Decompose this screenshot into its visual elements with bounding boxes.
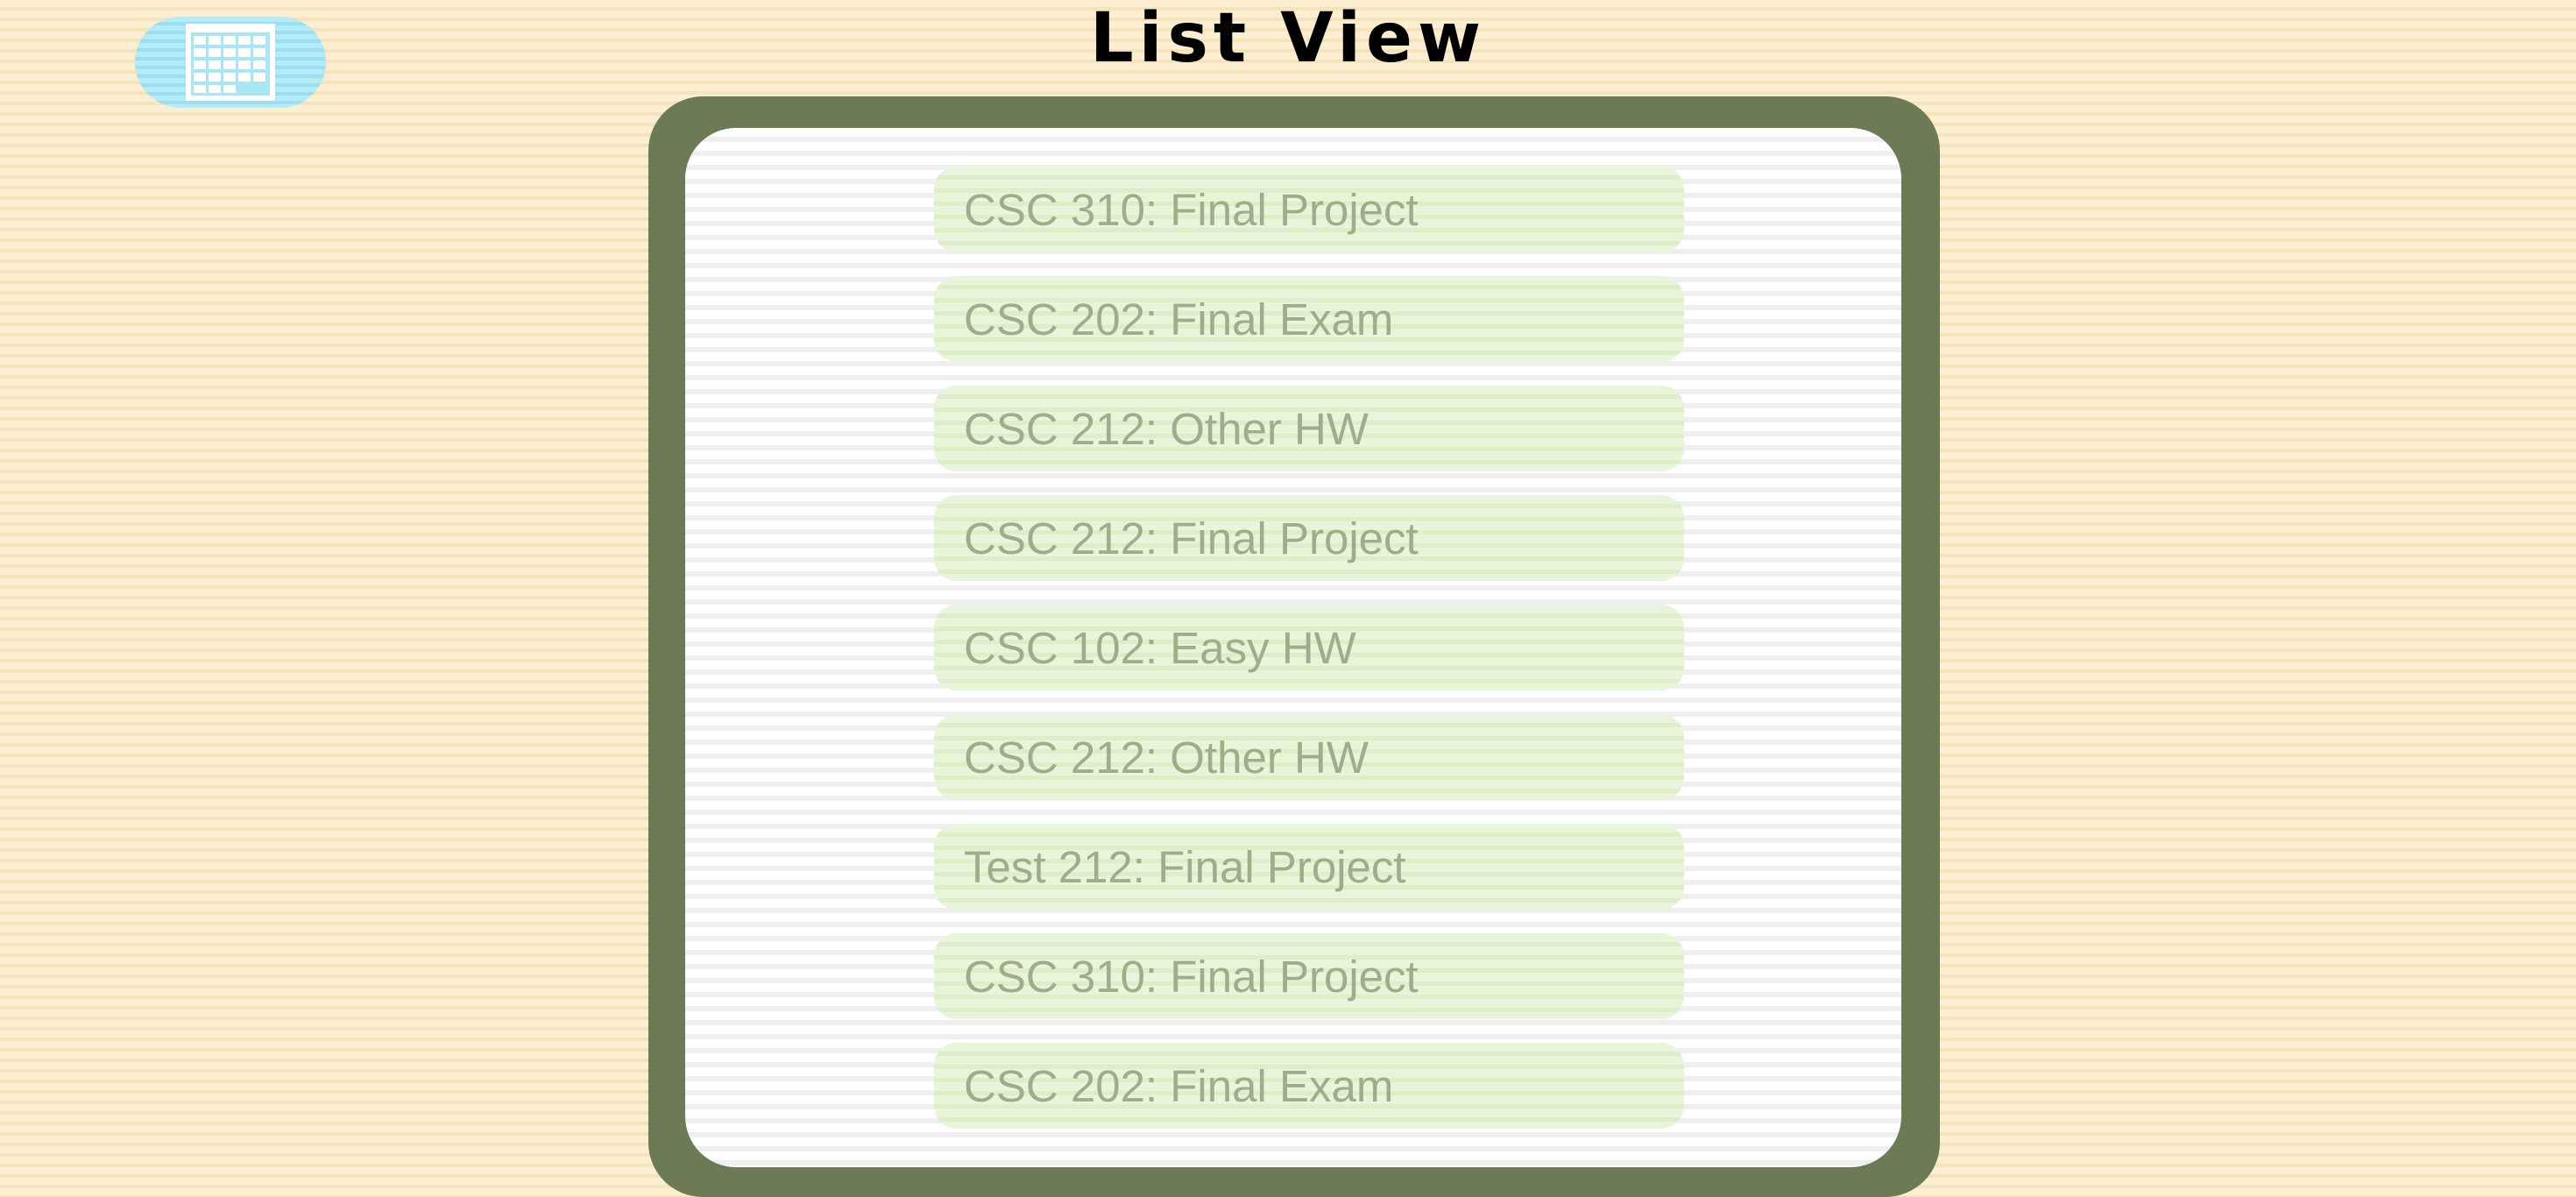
task-list: CSC 310: Final Project CSC 202: Final Ex… bbox=[934, 166, 1684, 1152]
list-item-label: CSC 102: Easy HW bbox=[964, 622, 1356, 673]
list-item[interactable]: CSC 310: Final Project bbox=[934, 166, 1684, 252]
list-item[interactable]: CSC 202: Final Exam bbox=[934, 276, 1684, 362]
list-item[interactable]: CSC 212: Other HW bbox=[934, 714, 1684, 800]
page-title: List View bbox=[1090, 0, 1486, 78]
list-item-label: CSC 202: Final Exam bbox=[964, 294, 1394, 344]
list-item[interactable]: Test 212: Final Project bbox=[934, 824, 1684, 910]
list-item[interactable]: CSC 202: Final Exam bbox=[934, 1043, 1684, 1129]
list-frame: CSC 310: Final Project CSC 202: Final Ex… bbox=[648, 96, 1940, 1197]
list-panel[interactable]: CSC 310: Final Project CSC 202: Final Ex… bbox=[685, 128, 1901, 1167]
list-item-label: CSC 310: Final Project bbox=[964, 184, 1419, 235]
list-item[interactable]: CSC 212: Final Project bbox=[934, 495, 1684, 581]
list-item[interactable]: CSC 310: Final Project bbox=[934, 933, 1684, 1019]
list-item-label: CSC 202: Final Exam bbox=[964, 1060, 1394, 1111]
list-item-label: CSC 310: Final Project bbox=[964, 951, 1419, 1002]
list-item-label: Test 212: Final Project bbox=[964, 841, 1406, 892]
list-item[interactable]: CSC 102: Easy HW bbox=[934, 605, 1684, 691]
list-item-label: CSC 212: Other HW bbox=[964, 732, 1369, 783]
list-item-label: CSC 212: Final Project bbox=[964, 513, 1419, 563]
list-item[interactable]: CSC 212: Other HW bbox=[934, 386, 1684, 471]
list-item-label: CSC 212: Other HW bbox=[964, 403, 1369, 454]
